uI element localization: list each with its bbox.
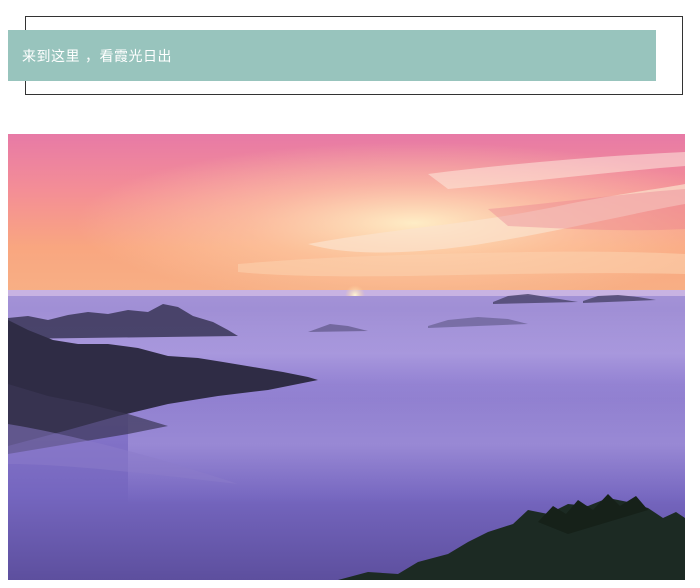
title-band: 来到这里 ，看霞光日出 [8, 30, 656, 81]
sunrise-photo [8, 134, 685, 580]
section-title: 来到这里 ，看霞光日出 [22, 48, 172, 65]
